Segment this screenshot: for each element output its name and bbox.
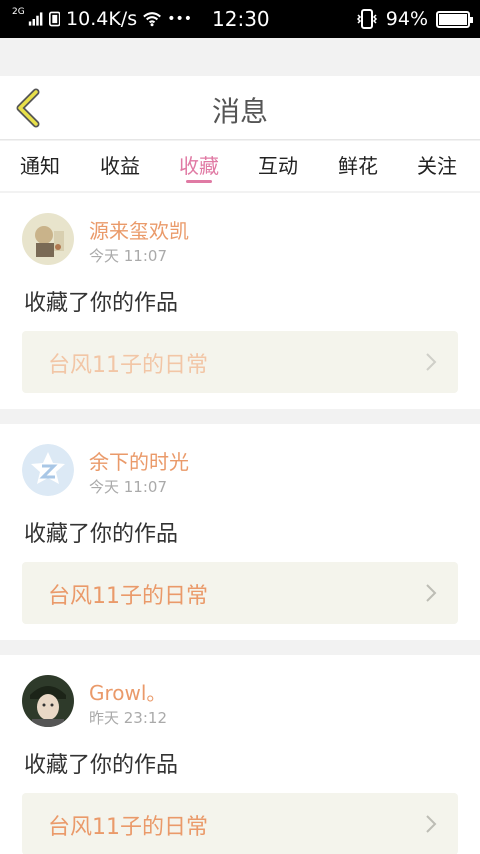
work-link[interactable]: 台风11子的日常: [22, 793, 458, 854]
message-text: 收藏了你的作品: [24, 522, 179, 547]
message-text: 收藏了你的作品: [24, 291, 179, 316]
tab-earnings[interactable]: 收益: [100, 150, 140, 179]
tab-interactions[interactable]: 互动: [258, 150, 298, 179]
chevron-right-icon: [426, 584, 437, 602]
clock: 12:30: [212, 7, 270, 31]
default-avatar-icon: [22, 444, 74, 496]
message-time: 今天 11:07: [89, 247, 167, 265]
active-tab-indicator: [186, 180, 212, 183]
photo-avatar-icon: [22, 213, 74, 265]
network-speed: 10.4K/s: [66, 8, 138, 30]
tab-following[interactable]: 关注: [417, 150, 457, 179]
signal-icon: [28, 12, 43, 26]
tab-bar: 通知 收益 收藏 互动 鲜花 关注: [0, 141, 480, 191]
user-name[interactable]: Growl。: [89, 677, 166, 706]
work-title: 台风11子的日常: [48, 353, 208, 378]
network-type: 2G: [12, 7, 25, 17]
battery-percent: 94%: [385, 8, 428, 30]
user-name[interactable]: 源来玺欢凯: [89, 215, 189, 244]
message-text: 收藏了你的作品: [24, 753, 179, 778]
chevron-right-icon: [426, 353, 437, 371]
status-bar: 2G 10.4K/s ••• 12:30 94%: [0, 0, 480, 38]
tab-favorites[interactable]: 收藏: [179, 150, 219, 179]
user-avatar[interactable]: [22, 675, 74, 727]
message-time: 昨天 23:12: [89, 709, 167, 727]
wifi-icon: [143, 12, 162, 27]
battery-fill: [439, 13, 468, 25]
work-title: 台风11子的日常: [48, 584, 208, 609]
message-time: 今天 11:07: [89, 478, 167, 496]
photo-avatar-icon: [22, 675, 74, 727]
work-title: 台风11子的日常: [48, 815, 208, 840]
user-name[interactable]: 余下的时光: [89, 446, 189, 475]
message-card: Growl。 昨天 23:12 收藏了你的作品 台风11子的日常: [0, 655, 480, 854]
chevron-right-icon: [426, 815, 437, 833]
tab-notifications[interactable]: 通知: [20, 150, 60, 179]
data-icon: [48, 11, 61, 27]
page-title: 消息: [211, 95, 268, 128]
tab-flowers[interactable]: 鲜花: [338, 150, 378, 179]
work-link[interactable]: 台风11子的日常: [22, 562, 458, 624]
top-spacer: [0, 38, 480, 76]
more-notifications-icon: •••: [167, 11, 192, 27]
battery-icon: [436, 10, 473, 28]
user-avatar[interactable]: [22, 444, 74, 496]
work-link[interactable]: 台风11子的日常: [22, 331, 458, 393]
message-card: 余下的时光 今天 11:07 收藏了你的作品 台风11子的日常: [0, 424, 480, 640]
message-card: 源来玺欢凯 今天 11:07 收藏了你的作品 台风11子的日常: [0, 193, 480, 409]
vibrate-icon: [356, 9, 377, 29]
header: 消息: [0, 76, 480, 140]
user-avatar[interactable]: [22, 213, 74, 265]
